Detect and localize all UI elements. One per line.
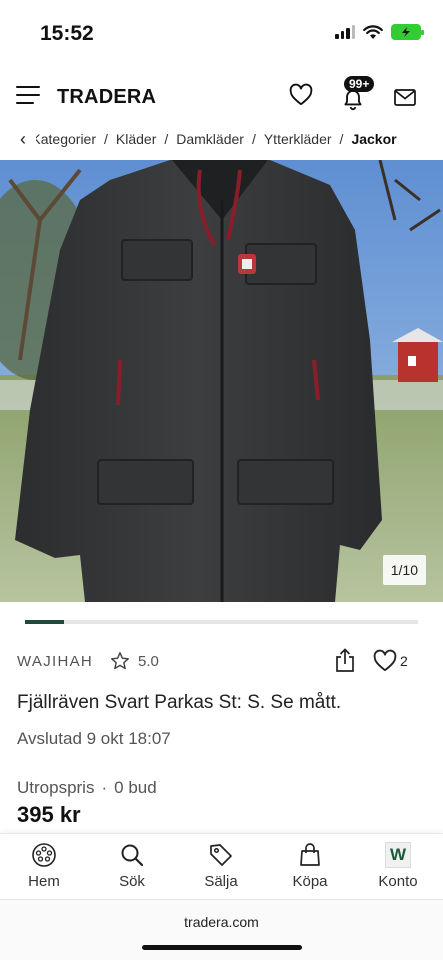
favorite-count: 2 <box>400 653 408 669</box>
nav-label: Sälja <box>204 873 238 890</box>
heart-icon[interactable] <box>288 82 314 108</box>
star-icon <box>111 652 129 670</box>
breadcrumb-separator: / <box>104 131 108 147</box>
home-icon <box>32 843 56 867</box>
listing-end-time: Avslutad 9 okt 18:07 <box>17 729 171 748</box>
url-text[interactable]: tradera.com <box>0 914 443 930</box>
tradera-logo[interactable]: TRADERA <box>57 86 156 109</box>
cellular-signal-icon <box>335 25 355 39</box>
image-counter: 1/10 <box>382 555 426 585</box>
wifi-icon <box>363 24 383 39</box>
nav-item-kopa[interactable]: Köpa <box>275 842 345 890</box>
gallery-progress-bar <box>25 620 418 624</box>
nav-item-salja[interactable]: Sälja <box>186 842 256 890</box>
price-info: Utropspris · 0 bud <box>17 778 157 798</box>
nav-item-hem[interactable]: Hem <box>9 842 79 890</box>
product-image[interactable]: 1/10 <box>0 160 443 602</box>
breadcrumb-klader[interactable]: Kläder <box>116 131 156 147</box>
chevron-left-icon[interactable]: ‹ <box>20 130 26 148</box>
home-indicator[interactable] <box>142 945 302 950</box>
breadcrumb-separator: / <box>251 131 256 147</box>
nav-item-sok[interactable]: Sök <box>97 842 167 890</box>
seller-row: WAJIHAH 5.0 2 <box>17 648 417 676</box>
battery-charging-icon <box>391 24 424 40</box>
breadcrumb-separator: / <box>164 131 169 147</box>
shopping-bag-icon <box>300 843 320 866</box>
notification-badge: 99+ <box>344 76 375 92</box>
hamburger-menu-icon[interactable] <box>16 86 40 106</box>
breadcrumb-damklader[interactable]: Damkläder <box>176 131 244 147</box>
breadcrumb-ytterklader[interactable]: Ytterkläder <box>264 131 332 147</box>
status-bar: 15:52 <box>0 0 443 64</box>
bottom-navigation: Hem Sök Sälja Köpa W Konto <box>0 833 443 899</box>
nav-label: Konto <box>378 873 418 890</box>
breadcrumb-separator: / <box>339 131 344 147</box>
gallery-progress-fill <box>25 620 65 624</box>
jacket-photo <box>0 160 443 602</box>
nav-label: Hem <box>28 873 60 890</box>
account-icon: W <box>385 842 411 868</box>
nav-label: Köpa <box>292 873 328 890</box>
listing-price: 395 kr <box>17 802 81 827</box>
nav-label: Sök <box>119 873 145 890</box>
browser-url-bar[interactable]: tradera.com <box>0 899 443 960</box>
breadcrumb-current[interactable]: Jackor <box>351 131 396 147</box>
breadcrumb-kategorier[interactable]: Kategorier <box>36 131 96 147</box>
listing-title: Fjällräven Svart Parkas St: S. Se mått. <box>17 692 342 713</box>
favorite-heart-icon[interactable] <box>372 648 398 674</box>
price-type: Utropspris <box>17 778 95 797</box>
status-time: 15:52 <box>40 22 94 45</box>
share-icon[interactable] <box>333 648 357 674</box>
mail-icon[interactable] <box>393 86 417 108</box>
price-separator: · <box>101 778 108 797</box>
seller-rating: 5.0 <box>138 653 159 670</box>
app-header: TRADERA <box>0 64 443 130</box>
tag-icon <box>210 844 232 866</box>
seller-name[interactable]: WAJIHAH <box>17 653 93 670</box>
bid-count: 0 bud <box>114 778 157 797</box>
nav-item-konto[interactable]: W Konto <box>363 842 433 890</box>
search-icon <box>121 844 144 867</box>
breadcrumb: ‹ Kategorier / Kläder / Damkläder / Ytte… <box>0 128 443 152</box>
status-icons <box>335 24 424 40</box>
